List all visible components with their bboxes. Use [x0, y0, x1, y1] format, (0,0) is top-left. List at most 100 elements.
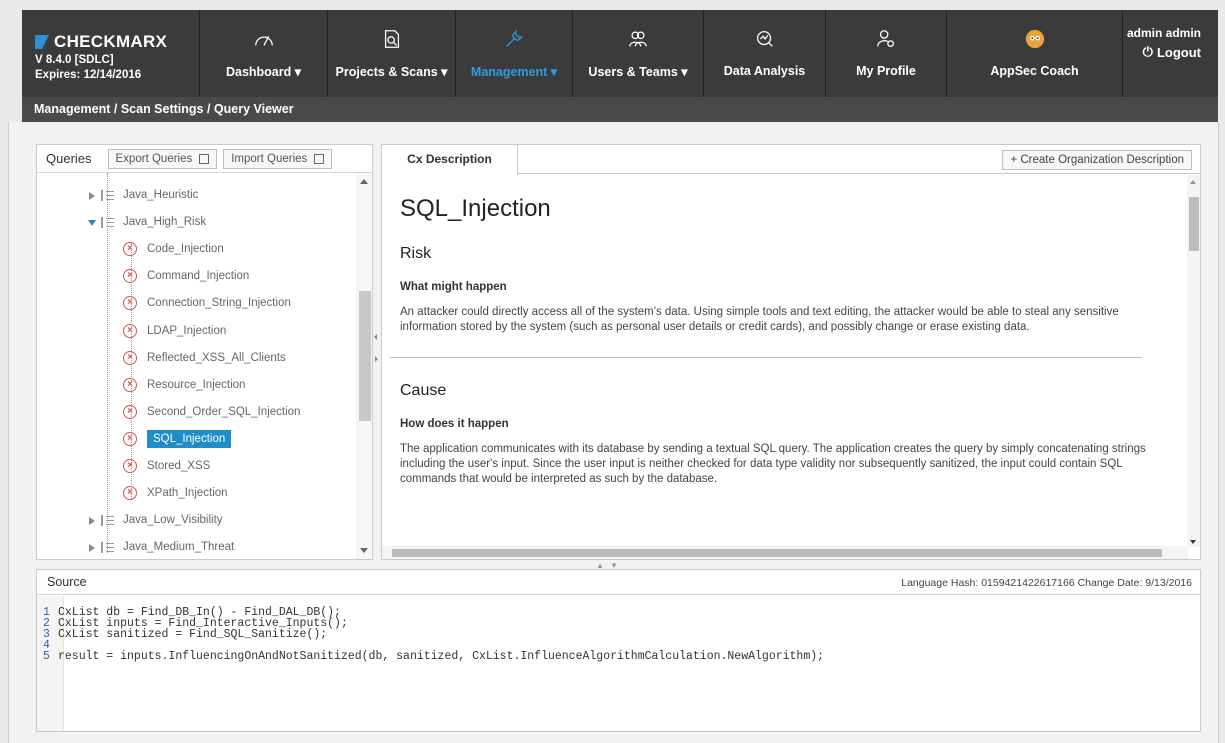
- user-name: admin admin: [1126, 26, 1201, 40]
- nav-management[interactable]: Management ▾: [456, 10, 573, 97]
- code-line: 3 CxList sanitized = Find_SQL_Sanitize();: [43, 628, 328, 641]
- tree-group[interactable]: Java_High_Risk: [88, 212, 206, 232]
- tree-item[interactable]: × Second_Order_SQL_Injection: [123, 402, 300, 422]
- queries-scrollbar[interactable]: [356, 173, 372, 559]
- high-severity-icon: ×: [123, 296, 137, 311]
- queries-header: Queries Export Queries Import Queries: [37, 145, 372, 173]
- tree-item[interactable]: × XPath_Injection: [123, 483, 228, 503]
- list-icon: [101, 216, 115, 228]
- tree-item[interactable]: × SQL_Injection: [123, 429, 232, 449]
- query-title: SQL_Injection: [400, 195, 551, 222]
- tree-item-label: Command_Injection: [147, 270, 250, 283]
- code-text: CxList sanitized = Find_SQL_Sanitize();: [58, 628, 328, 641]
- high-severity-icon: ×: [123, 377, 137, 392]
- tree-group[interactable]: Java_Low_Visibility: [88, 510, 223, 530]
- scroll-up-icon[interactable]: [1190, 180, 1196, 184]
- high-severity-icon: ×: [123, 323, 137, 338]
- tree-item[interactable]: × Stored_XSS: [123, 456, 210, 476]
- checkmarx-mark-icon: [35, 35, 49, 49]
- description-content: SQL_Injection Risk What might happen An …: [382, 175, 1188, 547]
- tree-group[interactable]: Java_Medium_Threat: [88, 537, 234, 557]
- create-organization-description-button[interactable]: + Create Organization Description: [1002, 150, 1192, 170]
- source-panel: Source Language Hash: 0159421422617166 C…: [36, 569, 1201, 732]
- expanded-arrow-icon[interactable]: [88, 218, 96, 227]
- list-icon: [101, 514, 115, 526]
- cause-heading: Cause: [400, 382, 447, 399]
- queries-title: Queries: [46, 151, 92, 166]
- tree-item-label: Java_Heuristic: [123, 189, 199, 201]
- high-severity-icon: ×: [123, 269, 137, 284]
- risk-heading: Risk: [400, 245, 432, 262]
- code-line: 5 result = inputs.InfluencingOnAndNotSani…: [43, 650, 825, 663]
- import-icon: [314, 153, 325, 164]
- code-editor[interactable]: 1 CxList db = Find_DB_In() - Find_DAL_DB(…: [37, 596, 1200, 731]
- expiry-label: Expires: 12/14/2016: [35, 69, 142, 81]
- high-severity-icon: ×: [123, 350, 137, 365]
- query-tree: Java_Heuristic Java_High_Risk × Code_Inject…: [37, 173, 357, 559]
- scroll-thumb[interactable]: [1189, 197, 1199, 251]
- top-navigation: CHECKMARX V 8.4.0 [SDLC] Expires: 12/14/…: [22, 10, 1218, 97]
- tree-item[interactable]: × Code_Injection: [123, 239, 224, 259]
- tree-item[interactable]: × LDAP_Injection: [123, 321, 226, 341]
- import-queries-button[interactable]: Import Queries: [223, 148, 333, 169]
- line-number: 5: [43, 650, 50, 663]
- nav-projects-scans[interactable]: Projects & Scans ▾: [328, 10, 456, 97]
- export-queries-button[interactable]: Export Queries: [107, 148, 218, 169]
- tree-item-label: Connection_String_Injection: [147, 297, 291, 310]
- tree-item[interactable]: × Command_Injection: [123, 266, 249, 286]
- collapse-left-icon[interactable]: [374, 334, 377, 340]
- queries-panel: Queries Export Queries Import Queries Ja…: [36, 144, 373, 560]
- tree-item-label: LDAP_Injection: [147, 324, 227, 337]
- tree-item[interactable]: × Resource_Injection: [123, 375, 245, 395]
- tab-cx-description[interactable]: Cx Description: [382, 145, 518, 175]
- expand-right-icon[interactable]: [375, 356, 378, 362]
- list-icon: [101, 189, 115, 201]
- collapsed-arrow-icon[interactable]: [88, 543, 96, 553]
- scroll-up-icon[interactable]: [360, 179, 368, 184]
- tree-item-label: Reflected_XSS_All_Clients: [147, 351, 286, 364]
- brand[interactable]: CHECKMARX V 8.4.0 [SDLC] Expires: 12/14/…: [22, 10, 200, 97]
- owl-icon: [1022, 26, 1048, 52]
- collapsed-arrow-icon[interactable]: [88, 191, 96, 200]
- profile-gear-icon: [873, 26, 899, 52]
- high-severity-icon: ×: [123, 486, 137, 501]
- tree-item-label: Resource_Injection: [147, 378, 246, 391]
- export-icon: [199, 153, 210, 164]
- tree-item-label: Java_High_Risk: [123, 216, 207, 229]
- scroll-down-icon[interactable]: [360, 548, 368, 553]
- tree-group[interactable]: Java_Heuristic: [88, 185, 198, 205]
- high-severity-icon: ×: [123, 404, 137, 419]
- high-severity-icon: ×: [123, 431, 137, 446]
- source-title: Source: [47, 575, 87, 589]
- scroll-down-icon[interactable]: [1190, 540, 1196, 544]
- nav-users-teams[interactable]: Users & Teams ▾: [573, 10, 704, 97]
- nav-dashboard[interactable]: Dashboard ▾: [200, 10, 328, 97]
- gauge-icon: [251, 26, 277, 52]
- tree-item[interactable]: × Connection_String_Injection: [123, 293, 291, 313]
- scroll-thumb[interactable]: [359, 291, 371, 421]
- tree-item-label: XPath_Injection: [147, 487, 228, 500]
- tree-item-label: SQL_Injection: [147, 429, 232, 448]
- version-label: V 8.4.0 [SDLC]: [35, 54, 114, 66]
- nav-appsec-coach[interactable]: AppSec Coach: [947, 10, 1123, 97]
- risk-text: An attacker could directly access all of…: [400, 306, 1119, 333]
- tree-item-label: Stored_XSS: [147, 460, 211, 472]
- cause-text: The application communicates with its da…: [400, 443, 1146, 485]
- description-scrollbar-vertical[interactable]: [1187, 175, 1200, 547]
- description-panel: Cx Description + Create Organization Des…: [381, 144, 1201, 560]
- vertical-splitter[interactable]: [373, 144, 381, 560]
- tree-item[interactable]: × Reflected_XSS_All_Clients: [123, 348, 286, 368]
- description-scrollbar-horizontal[interactable]: [382, 546, 1188, 559]
- nav-my-profile[interactable]: My Profile: [826, 10, 947, 97]
- nav-data-analysis[interactable]: Data Analysis: [704, 10, 826, 97]
- risk-subheading: What might happen: [400, 281, 507, 293]
- list-icon: [101, 541, 115, 553]
- document-search-icon: [379, 26, 405, 52]
- horizontal-splitter[interactable]: ▲▼: [590, 561, 630, 570]
- code-text: result = inputs.InfluencingOnAndNotSanit…: [58, 650, 825, 663]
- logout-button[interactable]: ⏻ Logout: [1123, 44, 1201, 60]
- description-tabs: Cx Description + Create Organization Des…: [382, 145, 1200, 175]
- scroll-thumb[interactable]: [392, 549, 1162, 557]
- tree-connector: [131, 243, 132, 499]
- collapsed-arrow-icon[interactable]: [88, 516, 96, 526]
